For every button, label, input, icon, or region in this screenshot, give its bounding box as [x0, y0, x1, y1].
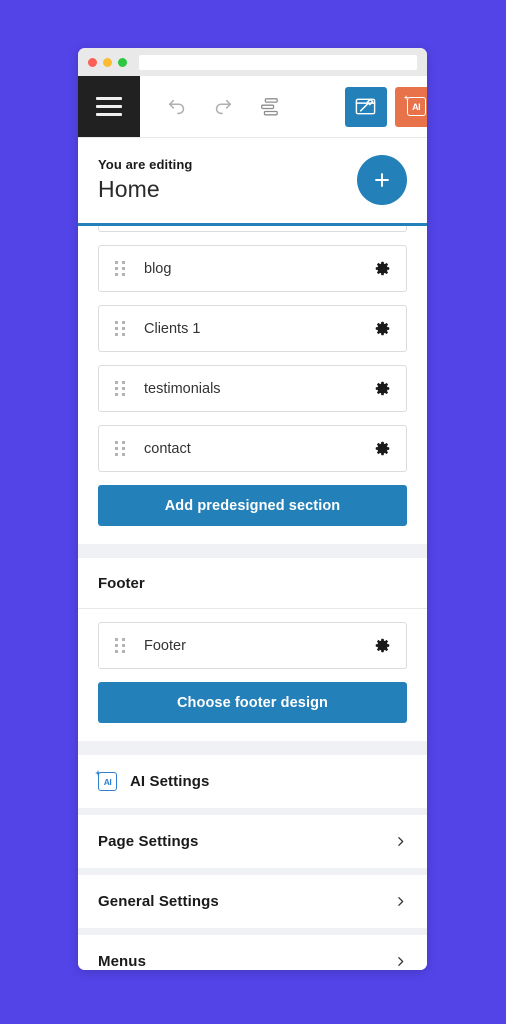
sidebar-item-general-settings[interactable]: General Settings [78, 875, 427, 928]
sidebar-item-page-settings[interactable]: Page Settings [78, 815, 427, 868]
sidebar-item-label: General Settings [98, 893, 219, 910]
sections-list-icon[interactable] [256, 94, 282, 120]
section-name: testimonials [144, 380, 221, 397]
app-toolbar: AI Gen [78, 76, 427, 138]
chevron-right-icon [394, 835, 407, 848]
drag-handle-icon[interactable] [115, 261, 127, 276]
section-name: contact [144, 440, 191, 457]
chevron-right-icon [394, 895, 407, 908]
add-predesigned-section-button[interactable]: Add predesigned section [98, 485, 407, 526]
drag-handle-icon[interactable] [115, 321, 127, 336]
sidebar-item-menus[interactable]: Menus [78, 935, 427, 970]
sections-list: blog Clients 1 testimonials contact Add … [78, 226, 427, 526]
settings-divider [78, 741, 427, 755]
sidebar-item-label: AI Settings [130, 773, 210, 790]
gear-icon[interactable] [374, 637, 391, 654]
section-name: blog [144, 260, 172, 277]
section-divider [78, 544, 427, 558]
drag-handle-icon[interactable] [115, 381, 127, 396]
ai-generate-button[interactable]: AI Gen [394, 86, 427, 127]
gear-icon[interactable] [374, 440, 391, 457]
close-window-icon[interactable] [88, 57, 97, 67]
traffic-lights [88, 57, 127, 67]
editor-panel: blog Clients 1 testimonials contact Add … [78, 226, 427, 970]
browser-titlebar [78, 48, 427, 76]
gear-icon[interactable] [374, 260, 391, 277]
section-row-clipped[interactable] [98, 226, 407, 232]
gear-icon[interactable] [374, 380, 391, 397]
gear-icon[interactable] [374, 320, 391, 337]
sidebar-item-ai-settings[interactable]: AI AI Settings [78, 755, 427, 808]
ai-sparkle-icon: AI [406, 97, 426, 116]
table-row[interactable]: testimonials [98, 365, 407, 412]
design-palette-icon[interactable] [344, 86, 387, 127]
section-name: Clients 1 [144, 320, 201, 337]
undo-arrow-icon[interactable] [164, 94, 190, 120]
footer-group-title: Footer [78, 558, 427, 609]
choose-footer-design-button[interactable]: Choose footer design [98, 682, 407, 723]
section-name: Footer [144, 637, 186, 654]
table-row[interactable]: blog [98, 245, 407, 292]
table-row[interactable]: Footer [98, 622, 407, 669]
drag-handle-icon[interactable] [115, 441, 127, 456]
url-input[interactable] [139, 54, 417, 70]
editing-header: You are editing Home [78, 138, 427, 226]
editing-label: You are editing [98, 157, 193, 172]
table-row[interactable]: Clients 1 [98, 305, 407, 352]
toolbar-tools [140, 76, 345, 137]
drag-handle-icon[interactable] [115, 638, 127, 653]
row-separator [78, 928, 427, 935]
sidebar-item-label: Page Settings [98, 833, 199, 850]
browser-window: AI Gen You are editing Home blog [78, 48, 427, 970]
minimize-window-icon[interactable] [103, 57, 112, 67]
table-row[interactable]: contact [98, 425, 407, 472]
maximize-window-icon[interactable] [118, 57, 127, 67]
ai-badge-icon: AI [98, 772, 117, 791]
hamburger-icon[interactable] [78, 76, 140, 137]
add-section-fab[interactable] [357, 155, 407, 205]
toolbar-actions: AI Gen [344, 76, 427, 137]
sidebar-item-label: Menus [98, 953, 147, 970]
row-separator [78, 808, 427, 815]
footer-list: Footer Choose footer design [78, 622, 427, 723]
redo-arrow-icon[interactable] [210, 94, 236, 120]
page-title: Home [98, 176, 160, 202]
row-separator [78, 868, 427, 875]
chevron-right-icon [394, 955, 407, 968]
editing-header-text: You are editing Home [98, 157, 192, 203]
